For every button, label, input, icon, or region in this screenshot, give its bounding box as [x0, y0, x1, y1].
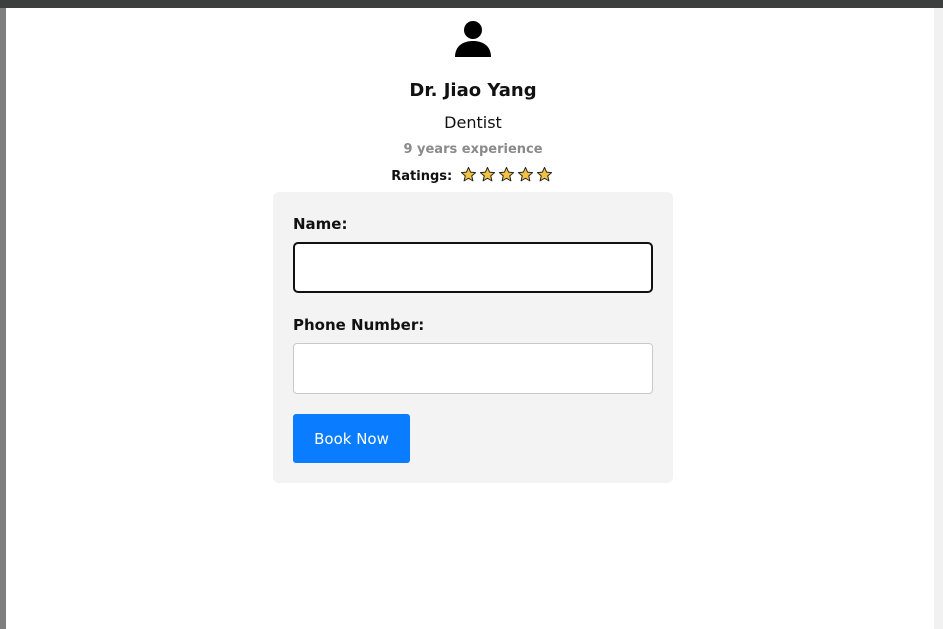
name-input[interactable]	[293, 242, 653, 293]
phone-input[interactable]	[293, 343, 653, 394]
name-label: Name:	[293, 215, 348, 233]
booking-form: Name: Phone Number: Book Now	[273, 192, 673, 483]
star-icon	[517, 166, 533, 182]
doctor-experience: 9 years experience	[403, 142, 543, 157]
vertical-scrollbar[interactable]	[934, 8, 943, 629]
star-icon	[536, 166, 552, 182]
book-now-button[interactable]: Book Now	[293, 414, 410, 463]
phone-label: Phone Number:	[293, 316, 425, 334]
window-top-edge	[0, 0, 943, 8]
star-icon	[460, 166, 476, 182]
star-icon	[479, 166, 495, 182]
page-content: Dr. Jiao Yang Dentist 9 years experience…	[6, 8, 934, 629]
user-icon	[455, 21, 491, 57]
doctor-specialty: Dentist	[444, 113, 502, 132]
doctor-ratings: Ratings:	[6, 166, 940, 187]
browser-viewport: Dr. Jiao Yang Dentist 9 years experience…	[0, 0, 943, 629]
star-icon	[498, 166, 514, 182]
rating-stars	[460, 166, 555, 187]
doctor-name: Dr. Jiao Yang	[409, 80, 537, 101]
ratings-label: Ratings:	[391, 169, 453, 184]
